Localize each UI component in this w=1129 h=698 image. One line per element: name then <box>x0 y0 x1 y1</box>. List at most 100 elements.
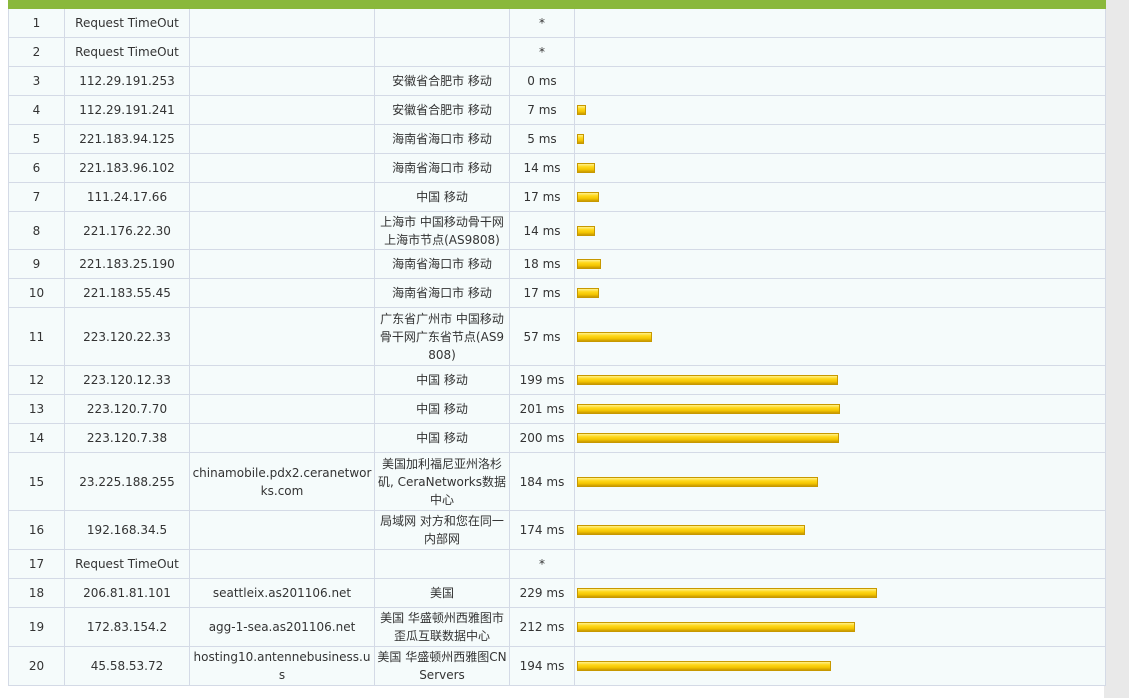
location-cell: 安徽省合肥市 移动 <box>374 66 510 96</box>
hop-number-cell: 16 <box>8 510 65 550</box>
latency-bar-cell <box>574 153 1106 183</box>
latency-bar-cell <box>574 646 1106 686</box>
location-cell <box>374 8 510 38</box>
hop-number-cell: 3 <box>8 66 65 96</box>
ip-address-cell: 45.58.53.72 <box>64 646 190 686</box>
page-scroll-gutter <box>1104 0 1129 698</box>
ip-address-cell: 112.29.191.241 <box>64 95 190 125</box>
hostname-cell <box>189 249 375 279</box>
latency-bar-cell <box>574 578 1106 608</box>
table-row: 4 112.29.191.241 安徽省合肥市 移动 7 ms <box>8 95 1106 125</box>
response-time-cell: * <box>509 8 575 38</box>
latency-bar <box>577 288 599 298</box>
response-time-cell: 174 ms <box>509 510 575 550</box>
latency-bar <box>577 622 855 632</box>
hostname-cell <box>189 510 375 550</box>
latency-bar <box>577 476 818 487</box>
ip-address-cell: 23.225.188.255 <box>64 452 190 511</box>
latency-bar <box>577 588 877 598</box>
location-cell: 中国 移动 <box>374 394 510 424</box>
ip-address-cell: 221.176.22.30 <box>64 211 190 250</box>
hop-number-cell: 13 <box>8 394 65 424</box>
latency-bar <box>577 404 840 414</box>
response-time-cell: * <box>509 549 575 579</box>
ip-address-cell: 221.183.55.45 <box>64 278 190 308</box>
latency-bar-cell <box>574 394 1106 424</box>
hostname-cell <box>189 394 375 424</box>
hostname-cell <box>189 182 375 212</box>
hostname-cell <box>189 211 375 250</box>
latency-bar-cell <box>574 95 1106 125</box>
latency-bar <box>577 105 586 115</box>
response-time-cell: 18 ms <box>509 249 575 279</box>
location-cell: 广东省广州市 中国移动骨干网广东省节点(AS9808) <box>374 307 510 366</box>
table-row: 10 221.183.55.45 海南省海口市 移动 17 ms <box>8 278 1106 308</box>
location-cell: 美国 <box>374 578 510 608</box>
response-time-cell: 212 ms <box>509 607 575 647</box>
hostname-cell: seattleix.as201106.net <box>189 578 375 608</box>
hop-number-cell: 2 <box>8 37 65 67</box>
response-time-cell: 184 ms <box>509 452 575 511</box>
table-row: 20 45.58.53.72 hosting10.antennebusiness.u… <box>8 646 1106 686</box>
latency-bar-cell <box>574 452 1106 511</box>
table-row: 3 112.29.191.253 安徽省合肥市 移动 0 ms <box>8 66 1106 96</box>
ip-address-cell: 223.120.7.38 <box>64 423 190 453</box>
table-row: 5 221.183.94.125 海南省海口市 移动 5 ms <box>8 124 1106 154</box>
latency-bar-cell <box>574 423 1106 453</box>
table-row: 19 172.83.154.2 agg-1-sea.as201106.net 美国 华… <box>8 607 1106 647</box>
latency-bar-cell <box>574 510 1106 550</box>
latency-bar <box>577 225 595 236</box>
ip-address-cell: 221.183.25.190 <box>64 249 190 279</box>
table-row: 8 221.176.22.30 上海市 中国移动骨干网上海市节点(AS9808) 14… <box>8 211 1106 250</box>
latency-bar-cell <box>574 549 1106 579</box>
hostname-cell <box>189 8 375 38</box>
location-cell: 海南省海口市 移动 <box>374 124 510 154</box>
hostname-cell <box>189 549 375 579</box>
location-cell: 中国 移动 <box>374 365 510 395</box>
ip-address-cell: 172.83.154.2 <box>64 607 190 647</box>
latency-bar <box>577 331 652 342</box>
location-cell <box>374 37 510 67</box>
latency-bar <box>577 134 584 144</box>
location-cell <box>374 549 510 579</box>
location-cell: 海南省海口市 移动 <box>374 153 510 183</box>
response-time-cell: 0 ms <box>509 66 575 96</box>
latency-bar-cell <box>574 124 1106 154</box>
location-cell: 美国 华盛顿州西雅图市 歪瓜互联数据中心 <box>374 607 510 647</box>
table-row: 1 Request TimeOut * <box>8 8 1106 38</box>
latency-bar-cell <box>574 37 1106 67</box>
header-cell <box>574 0 1106 9</box>
header-cell <box>189 0 375 9</box>
traceroute-table: 1 Request TimeOut * 2 Request TimeOut * 3 112.2… <box>8 0 1106 686</box>
latency-bar <box>577 433 839 443</box>
hop-number-cell: 18 <box>8 578 65 608</box>
table-row: 6 221.183.96.102 海南省海口市 移动 14 ms <box>8 153 1106 183</box>
latency-bar-cell <box>574 182 1106 212</box>
hop-number-cell: 7 <box>8 182 65 212</box>
hostname-cell <box>189 153 375 183</box>
hop-number-cell: 15 <box>8 452 65 511</box>
latency-bar <box>577 163 595 173</box>
hop-number-cell: 6 <box>8 153 65 183</box>
ip-address-cell: 112.29.191.253 <box>64 66 190 96</box>
hostname-cell <box>189 365 375 395</box>
response-time-cell: 194 ms <box>509 646 575 686</box>
location-cell: 中国 移动 <box>374 423 510 453</box>
response-time-cell: 229 ms <box>509 578 575 608</box>
table-row: 16 192.168.34.5 局域网 对方和您在同一内部网 174 ms <box>8 510 1106 550</box>
hostname-cell <box>189 37 375 67</box>
latency-bar-cell <box>574 211 1106 250</box>
hostname-cell <box>189 423 375 453</box>
header-cell <box>374 0 510 9</box>
ip-address-cell: 221.183.94.125 <box>64 124 190 154</box>
response-time-cell: 14 ms <box>509 153 575 183</box>
hostname-cell <box>189 124 375 154</box>
response-time-cell: 200 ms <box>509 423 575 453</box>
table-row: 14 223.120.7.38 中国 移动 200 ms <box>8 423 1106 453</box>
hop-number-cell: 1 <box>8 8 65 38</box>
location-cell: 海南省海口市 移动 <box>374 278 510 308</box>
response-time-cell: 17 ms <box>509 182 575 212</box>
hostname-cell <box>189 307 375 366</box>
ip-address-cell: 223.120.22.33 <box>64 307 190 366</box>
response-time-cell: 199 ms <box>509 365 575 395</box>
